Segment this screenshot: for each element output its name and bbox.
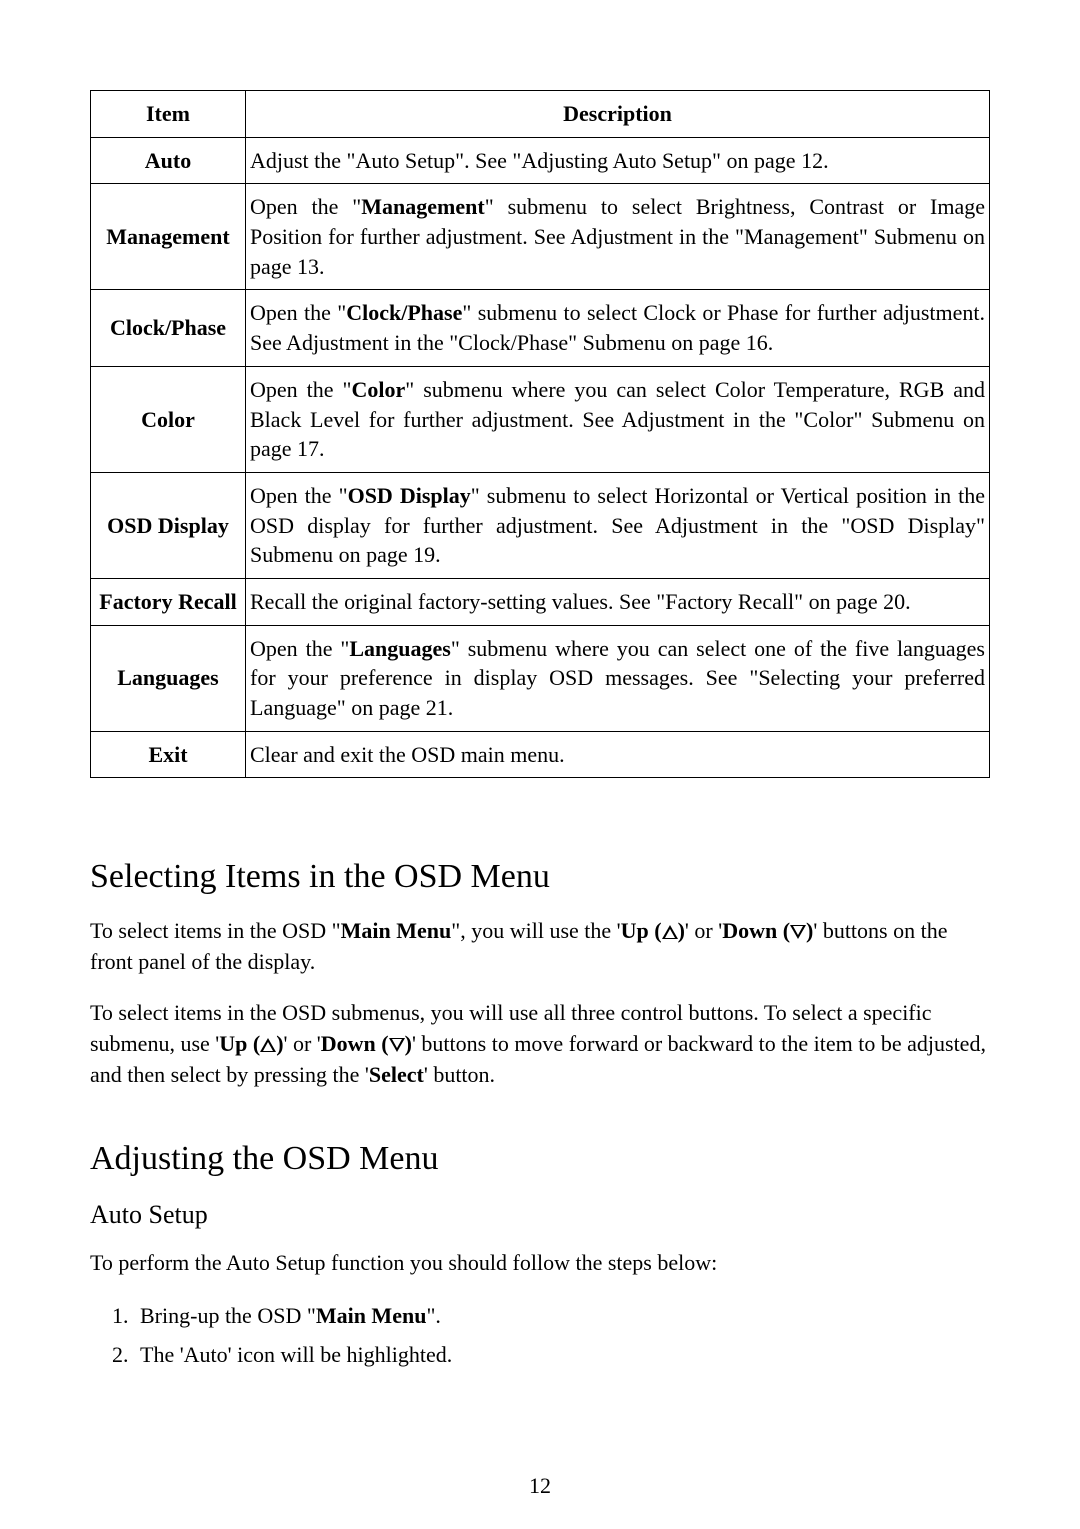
list-item: The 'Auto' icon will be highlighted. bbox=[134, 1338, 990, 1371]
item-cell: Factory Recall bbox=[91, 578, 246, 625]
table-row: Languages Open the "Languages" submenu w… bbox=[91, 625, 990, 731]
steps-list: Bring-up the OSD "Main Menu". The 'Auto'… bbox=[90, 1299, 990, 1371]
table-row: Management Open the "Management" submenu… bbox=[91, 184, 990, 290]
table-row: Auto Adjust the "Auto Setup". See "Adjus… bbox=[91, 137, 990, 184]
desc-cell: Open the "OSD Display" submenu to select… bbox=[246, 472, 990, 578]
osd-menu-table: Item Description Auto Adjust the "Auto S… bbox=[90, 90, 990, 778]
header-item: Item bbox=[91, 91, 246, 138]
table-row: Exit Clear and exit the OSD main menu. bbox=[91, 731, 990, 778]
paragraph: To select items in the OSD submenus, you… bbox=[90, 998, 990, 1090]
paragraph: To perform the Auto Setup function you s… bbox=[90, 1248, 990, 1279]
page: Item Description Auto Adjust the "Auto S… bbox=[0, 0, 1080, 1529]
subheading-auto-setup: Auto Setup bbox=[90, 1200, 990, 1230]
desc-cell: Open the "Color" submenu where you can s… bbox=[246, 366, 990, 472]
item-cell: Exit bbox=[91, 731, 246, 778]
item-cell: Management bbox=[91, 184, 246, 290]
table-header-row: Item Description bbox=[91, 91, 990, 138]
triangle-down-icon bbox=[790, 925, 806, 939]
heading-selecting-items: Selecting Items in the OSD Menu bbox=[90, 858, 990, 896]
desc-cell: Clear and exit the OSD main menu. bbox=[246, 731, 990, 778]
desc-cell: Adjust the "Auto Setup". See "Adjusting … bbox=[246, 137, 990, 184]
item-cell: OSD Display bbox=[91, 472, 246, 578]
desc-cell: Recall the original factory-setting valu… bbox=[246, 578, 990, 625]
item-cell: Clock/Phase bbox=[91, 290, 246, 366]
triangle-up-icon bbox=[662, 925, 678, 939]
table-row: Clock/Phase Open the "Clock/Phase" subme… bbox=[91, 290, 990, 366]
item-cell: Color bbox=[91, 366, 246, 472]
item-cell: Auto bbox=[91, 137, 246, 184]
desc-cell: Open the "Clock/Phase" submenu to select… bbox=[246, 290, 990, 366]
table-row: OSD Display Open the "OSD Display" subme… bbox=[91, 472, 990, 578]
desc-cell: Open the "Management" submenu to select … bbox=[246, 184, 990, 290]
heading-adjusting-osd: Adjusting the OSD Menu bbox=[90, 1140, 990, 1178]
table-row: Color Open the "Color" submenu where you… bbox=[91, 366, 990, 472]
page-number: 12 bbox=[0, 1473, 1080, 1499]
desc-cell: Open the "Languages" submenu where you c… bbox=[246, 625, 990, 731]
triangle-up-icon bbox=[260, 1038, 276, 1052]
list-item: Bring-up the OSD "Main Menu". bbox=[134, 1299, 990, 1332]
item-cell: Languages bbox=[91, 625, 246, 731]
paragraph: To select items in the OSD "Main Menu", … bbox=[90, 916, 990, 978]
header-description: Description bbox=[246, 91, 990, 138]
triangle-down-icon bbox=[389, 1038, 405, 1052]
table-row: Factory Recall Recall the original facto… bbox=[91, 578, 990, 625]
